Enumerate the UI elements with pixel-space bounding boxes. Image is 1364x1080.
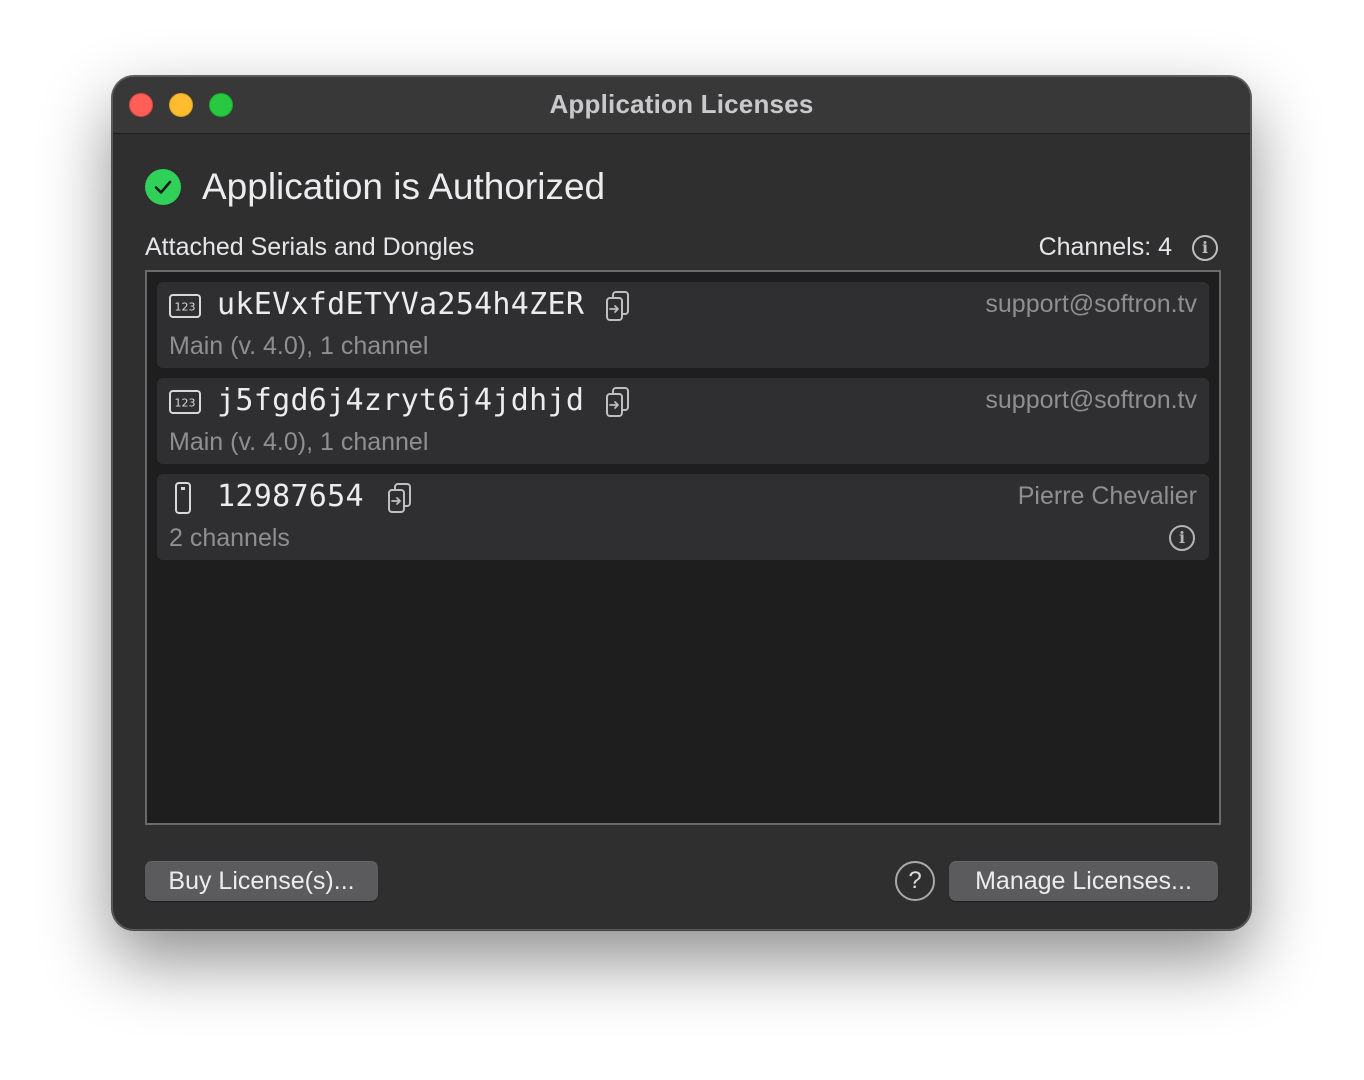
authorization-status: Application is Authorized [145, 165, 605, 209]
svg-text:123: 123 [175, 301, 196, 314]
license-owner: support@softron.tv [985, 290, 1197, 318]
title-bar: Application Licenses [113, 77, 1250, 134]
serial-number-icon: 123 [169, 390, 201, 414]
license-description: Main (v. 4.0), 1 channel [169, 428, 429, 456]
copy-to-clipboard-icon[interactable] [605, 291, 631, 321]
license-row[interactable]: 123 ukEVxfdETYVa254h4ZER support@softron… [157, 282, 1209, 368]
license-owner: Pierre Chevalier [1017, 482, 1197, 510]
checkmark-circle-icon [145, 169, 181, 205]
license-list[interactable]: 123 ukEVxfdETYVa254h4ZER support@softron… [145, 270, 1221, 825]
license-row[interactable]: 12987654 Pierre Chevalier 2 channels i [157, 474, 1209, 560]
copy-to-clipboard-icon[interactable] [387, 483, 413, 513]
manage-licenses-button[interactable]: Manage Licenses... [949, 861, 1218, 901]
license-owner: support@softron.tv [985, 386, 1197, 414]
usb-dongle-icon [173, 482, 193, 514]
application-licenses-window: Application Licenses Application is Auth… [112, 76, 1251, 930]
copy-to-clipboard-icon[interactable] [605, 387, 631, 417]
attached-serials-label: Attached Serials and Dongles [145, 233, 475, 261]
license-row[interactable]: 123 j5fgd6j4zryt6j4jdhjd support@softron… [157, 378, 1209, 464]
svg-text:123: 123 [175, 397, 196, 410]
dongle-info-icon[interactable]: i [1169, 525, 1195, 551]
authorization-status-title: Application is Authorized [202, 166, 606, 207]
help-button[interactable]: ? [895, 861, 935, 901]
buy-licenses-button[interactable]: Buy License(s)... [145, 861, 378, 901]
channels-info-icon[interactable]: i [1192, 235, 1218, 261]
serial-key[interactable]: ukEVxfdETYVa254h4ZER [217, 287, 584, 322]
serial-number-icon: 123 [169, 294, 201, 318]
window-title: Application Licenses [549, 89, 814, 119]
license-description: Main (v. 4.0), 1 channel [169, 332, 429, 360]
dongle-id[interactable]: 12987654 [217, 479, 364, 514]
channels-count: Channels: 4 [1038, 233, 1172, 261]
license-description: 2 channels [169, 524, 290, 552]
serial-key[interactable]: j5fgd6j4zryt6j4jdhjd [217, 383, 584, 418]
